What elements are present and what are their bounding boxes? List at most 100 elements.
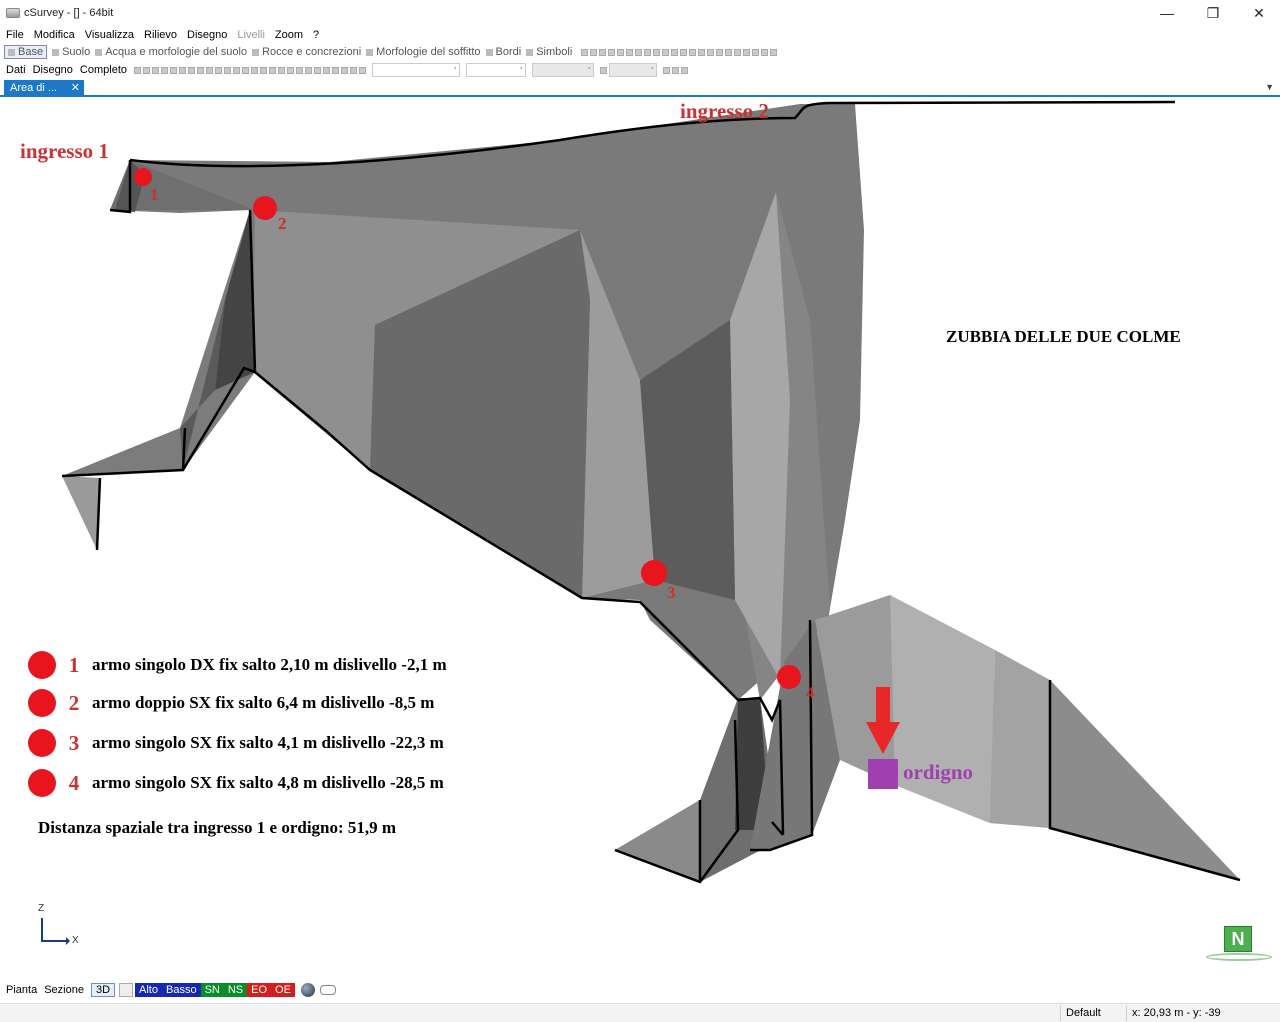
tool-icon[interactable] [206, 66, 213, 74]
tool-icon[interactable] [287, 66, 294, 74]
tool-icon[interactable] [590, 48, 598, 56]
tool-icon[interactable] [725, 48, 733, 56]
layer-bordi-button[interactable]: Bordi [485, 46, 521, 58]
anchor-marker-1[interactable] [134, 168, 152, 186]
tool-icon[interactable] [278, 66, 285, 74]
layer-simboli-button[interactable]: Simboli [526, 46, 572, 58]
tool-icon[interactable] [170, 66, 177, 74]
menu-rilievo[interactable]: Rilievo [144, 29, 177, 41]
tool-icon[interactable] [260, 66, 267, 74]
view-sezione-button[interactable]: Sezione [44, 984, 84, 996]
layer-soffitto-button[interactable]: Morfologie del soffitto [366, 46, 481, 58]
layer-suolo-button[interactable]: Suolo [52, 46, 90, 58]
tool-icon[interactable] [224, 66, 231, 74]
size-combo[interactable] [466, 62, 526, 77]
minimize-button[interactable]: — [1144, 0, 1190, 26]
color-combo[interactable] [532, 62, 594, 77]
tool-icon[interactable] [698, 48, 706, 56]
tool-icon[interactable] [359, 66, 366, 74]
tool-icon[interactable] [197, 66, 204, 74]
tool-icon[interactable] [581, 48, 589, 56]
ordigno-marker[interactable] [868, 759, 898, 789]
view-oe-button[interactable]: OE [271, 983, 295, 997]
layer-base-button[interactable]: Base [4, 45, 48, 59]
tool-icon[interactable] [681, 66, 688, 74]
tool-icon[interactable] [716, 48, 724, 56]
tool-icon[interactable] [233, 66, 240, 74]
tool-icon[interactable] [770, 48, 778, 56]
view-disegno-button[interactable]: Disegno [33, 64, 73, 76]
layer-rocce-button[interactable]: Rocce e concrezioni [252, 46, 361, 58]
view-sn-button[interactable]: SN [200, 983, 224, 997]
tool-icon[interactable] [626, 48, 634, 56]
anchor-marker-3[interactable] [641, 560, 667, 586]
view-ns-button[interactable]: NS [223, 983, 248, 997]
view-completo-button[interactable]: Completo [80, 64, 127, 76]
menu-zoom[interactable]: Zoom [275, 29, 303, 41]
tool-icon[interactable] [269, 66, 276, 74]
tool-icon[interactable] [215, 66, 222, 74]
view-alto-button[interactable]: Alto [135, 983, 162, 997]
tool-icon[interactable] [134, 66, 141, 74]
style-combo[interactable] [372, 62, 460, 77]
tool-icon[interactable] [251, 66, 258, 74]
status-profile[interactable]: Default [1066, 1007, 1101, 1019]
tool-icon[interactable] [707, 48, 715, 56]
restore-button[interactable]: ❐ [1190, 0, 1236, 26]
tab-close-icon[interactable]: ✕ [71, 80, 80, 96]
view-3d-button[interactable]: 3D [90, 983, 116, 997]
tab-area[interactable]: Area di ... ✕ [4, 80, 84, 96]
tool-icon[interactable] [644, 48, 652, 56]
tool-icon[interactable] [350, 66, 357, 74]
close-button[interactable]: ✕ [1236, 0, 1280, 26]
tool-icon[interactable] [671, 48, 679, 56]
layer-acqua-button[interactable]: Acqua e morfologie del suolo [95, 46, 247, 58]
tool-icon[interactable] [305, 66, 312, 74]
tool-icon[interactable] [672, 66, 679, 74]
tool-icon[interactable] [608, 48, 616, 56]
tool-icon[interactable] [599, 48, 607, 56]
tool-icon[interactable] [188, 66, 195, 74]
view-eo-button[interactable]: EO [247, 983, 272, 997]
width-combo[interactable] [609, 62, 657, 77]
pen-icon[interactable] [600, 66, 607, 74]
tool-icon[interactable] [734, 48, 742, 56]
tab-list-chevron-icon[interactable]: ▼ [1265, 82, 1274, 92]
menu-visualizza[interactable]: Visualizza [85, 29, 134, 41]
tool-icon[interactable] [689, 48, 697, 56]
tool-icon[interactable] [242, 66, 249, 74]
view-pianta-button[interactable]: Pianta [6, 984, 37, 996]
menu-livelli[interactable]: Livelli [237, 29, 265, 41]
tool-icon[interactable] [161, 66, 168, 74]
menu-disegno[interactable]: Disegno [187, 29, 227, 41]
menu-help[interactable]: ? [313, 29, 319, 41]
tool-icon[interactable] [662, 48, 670, 56]
tool-icon[interactable] [663, 66, 670, 74]
cursor-icon[interactable] [119, 983, 134, 997]
tool-icon[interactable] [296, 66, 303, 74]
tool-icon[interactable] [761, 48, 769, 56]
tool-icon[interactable] [314, 66, 321, 74]
tool-icon[interactable] [143, 66, 150, 74]
tool-icon[interactable] [752, 48, 760, 56]
view-basso-button[interactable]: Basso [162, 983, 201, 997]
tool-icon[interactable] [653, 48, 661, 56]
tool-icon[interactable] [332, 66, 339, 74]
tool-icon[interactable] [743, 48, 751, 56]
gamepad-icon[interactable] [319, 985, 336, 995]
anchor-marker-4[interactable] [777, 665, 801, 689]
tool-icon[interactable] [152, 66, 159, 74]
north-compass-icon[interactable]: N [1224, 926, 1252, 952]
tool-icon[interactable] [617, 48, 625, 56]
globe-icon[interactable] [300, 983, 315, 997]
tool-icon[interactable] [323, 66, 330, 74]
anchor-marker-2[interactable] [253, 196, 277, 220]
view-dati-button[interactable]: Dati [6, 64, 26, 76]
tool-icon[interactable] [680, 48, 688, 56]
tool-icon[interactable] [635, 48, 643, 56]
menu-modifica[interactable]: Modifica [34, 29, 75, 41]
drawing-canvas[interactable]: ingresso 1 ingresso 2 1 2 3 4 ZUBBIA DEL… [0, 97, 1280, 979]
menu-file[interactable]: File [6, 29, 24, 41]
tool-icon[interactable] [179, 66, 186, 74]
tool-icon[interactable] [341, 66, 348, 74]
